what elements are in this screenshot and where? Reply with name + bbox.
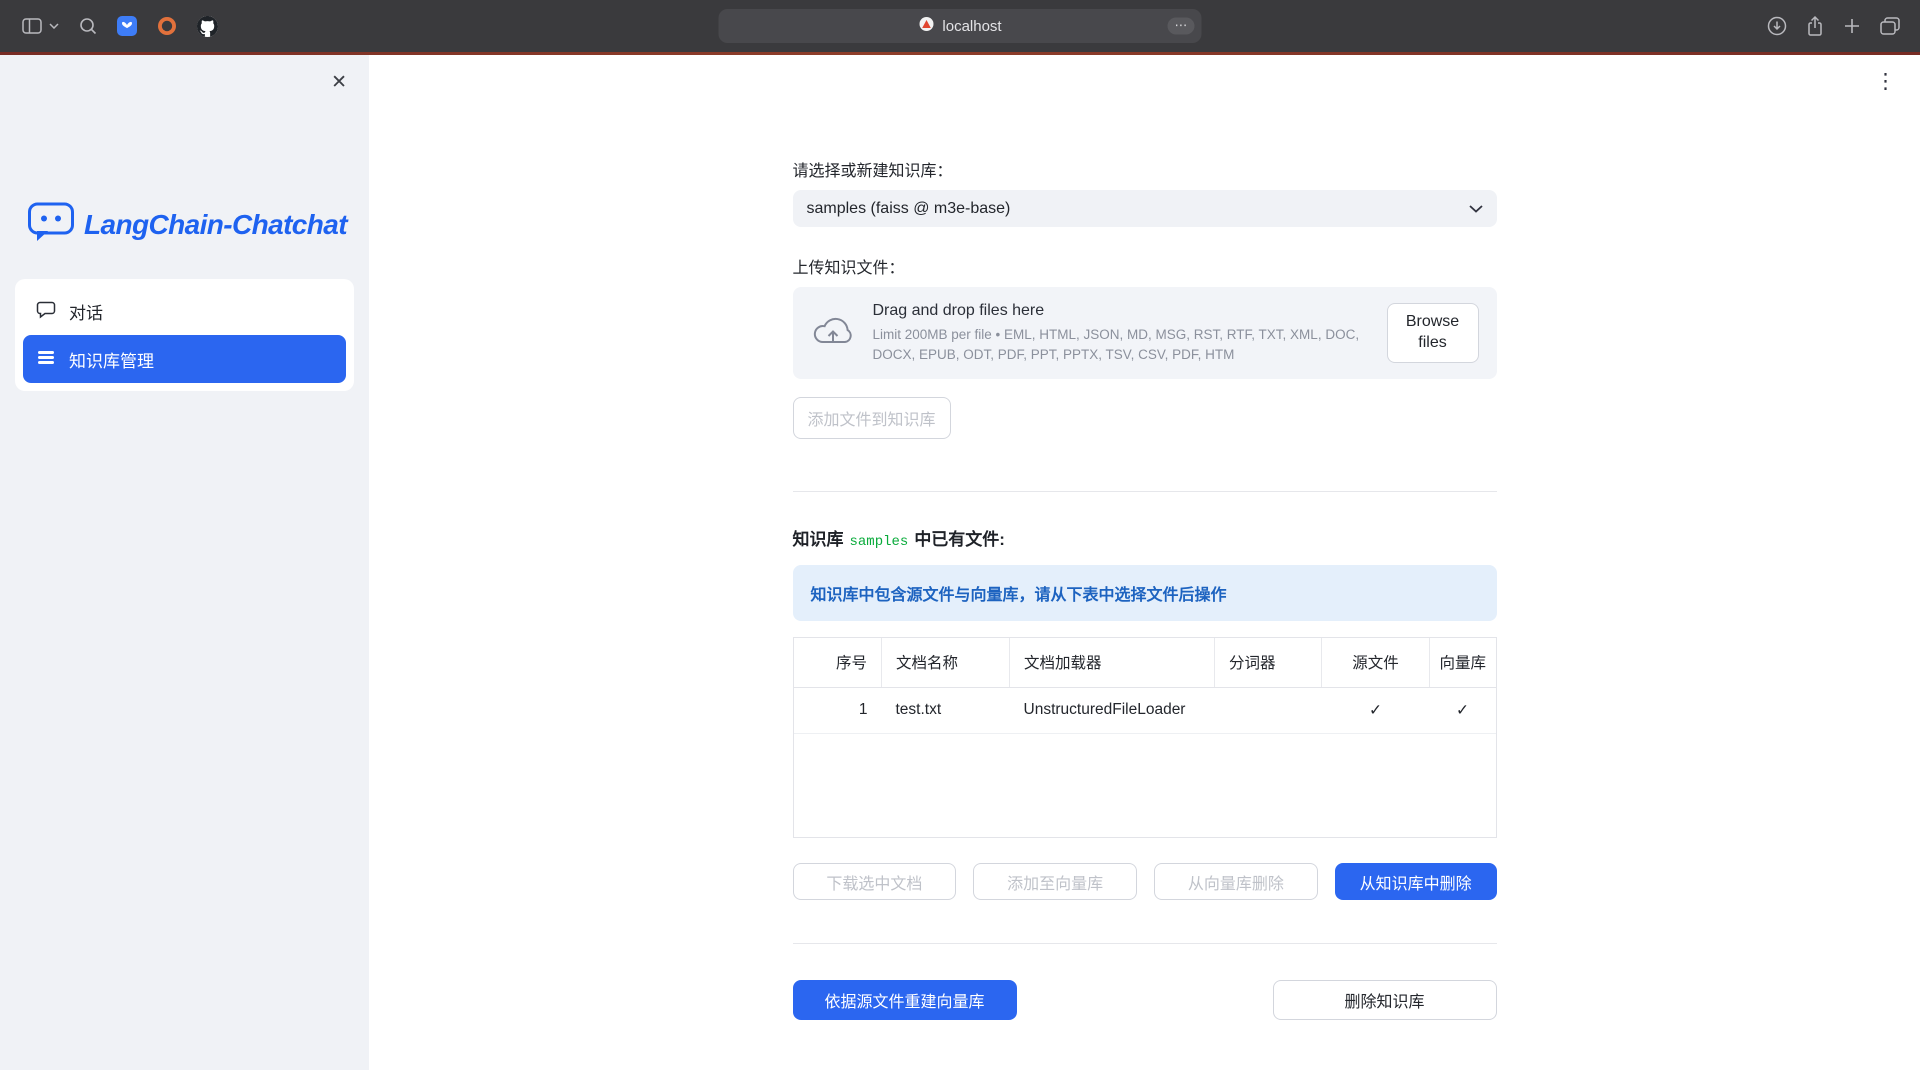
- add-files-button[interactable]: 添加文件到知识库: [793, 397, 951, 439]
- address-bar[interactable]: localhost ⋯: [719, 9, 1202, 43]
- app-menu-icon[interactable]: ⋮: [1875, 69, 1896, 94]
- main-area: ⋮ 请选择或新建知识库： samples (faiss @ m3e-base) …: [369, 55, 1920, 1080]
- sidebar-item-label: 知识库管理: [69, 347, 154, 372]
- file-dropzone[interactable]: Drag and drop files here Limit 200MB per…: [793, 287, 1497, 379]
- file-actions: 下载选中文档 添加至向量库 从向量库删除 从知识库中删除: [793, 863, 1497, 900]
- table-header-row: 序号 文档名称 文档加载器 分词器 源文件 向量库: [794, 638, 1496, 687]
- cloud-upload-icon: [811, 314, 855, 353]
- select-chevron-icon: [1469, 200, 1483, 218]
- kb-select[interactable]: samples (faiss @ m3e-base): [793, 190, 1497, 227]
- rebuild-vector-store-button[interactable]: 依据源文件重建向量库: [793, 980, 1017, 1020]
- dropzone-limit: Limit 200MB per file • EML, HTML, JSON, …: [873, 325, 1369, 364]
- sidebar-close-icon[interactable]: ✕: [331, 73, 347, 92]
- dropzone-texts: Drag and drop files here Limit 200MB per…: [873, 302, 1369, 364]
- logo-text: LangChain-Chatchat: [84, 209, 347, 241]
- cell-vector-check: ✓: [1430, 687, 1496, 733]
- sidebar-toggle-icon[interactable]: [22, 18, 42, 34]
- chevron-down-icon[interactable]: [49, 23, 59, 29]
- sidebar-item-label: 对话: [69, 299, 103, 324]
- logo-chat-bubble-icon: [27, 201, 75, 248]
- col-header-source: 源文件: [1322, 638, 1430, 687]
- col-header-vector: 向量库: [1430, 638, 1496, 687]
- extension-github-icon[interactable]: [197, 16, 218, 37]
- browser-toolbar: localhost ⋯: [0, 0, 1920, 52]
- extension-bluesky-icon[interactable]: [117, 16, 137, 36]
- divider: [793, 491, 1497, 492]
- new-tab-icon[interactable]: [1843, 17, 1861, 35]
- sidebar-item-dialogue[interactable]: 对话: [23, 287, 346, 335]
- dropzone-title: Drag and drop files here: [873, 302, 1369, 320]
- chat-bubble-icon: [36, 299, 56, 324]
- kb-actions: 依据源文件重建向量库 删除知识库: [793, 980, 1497, 1020]
- content-column: 请选择或新建知识库： samples (faiss @ m3e-base) 上传…: [793, 55, 1497, 1020]
- info-banner: 知识库中包含源文件与向量库，请从下表中选择文件后操作: [793, 565, 1497, 621]
- divider: [793, 943, 1497, 944]
- kb-files-heading-prefix: 知识库: [793, 530, 844, 549]
- kb-files-heading-suffix: 中已有文件:: [914, 530, 1005, 549]
- kb-select-value: samples (faiss @ m3e-base): [807, 200, 1011, 218]
- cell-splitter: [1215, 687, 1322, 733]
- sidebar-nav: 对话 知识库管理: [15, 279, 354, 391]
- kb-name-code: samples: [850, 534, 909, 550]
- col-header-splitter: 分词器: [1215, 638, 1322, 687]
- share-icon[interactable]: [1806, 15, 1824, 37]
- tab-overview-icon[interactable]: [1880, 17, 1900, 35]
- extension-lens-icon[interactable]: [157, 16, 177, 36]
- search-icon[interactable]: [79, 17, 97, 35]
- sidebar-bottom-strip: [0, 1070, 369, 1080]
- kb-files-heading: 知识库 samples 中已有文件:: [793, 525, 1497, 550]
- cell-index: 1: [794, 687, 882, 733]
- app-logo: LangChain-Chatchat: [27, 201, 347, 248]
- address-url: localhost: [942, 18, 1001, 35]
- kb-select-label: 请选择或新建知识库：: [793, 157, 1497, 181]
- cell-source-check: ✓: [1322, 687, 1430, 733]
- downloads-icon[interactable]: [1767, 16, 1787, 36]
- upload-label: 上传知识文件：: [793, 254, 1497, 278]
- col-header-index: 序号: [794, 638, 882, 687]
- sidebar: ✕ LangChain-Chatchat 对话: [0, 55, 369, 1080]
- remove-from-vector-button[interactable]: 从向量库删除: [1154, 863, 1318, 900]
- page-options-icon[interactable]: ⋯: [1168, 18, 1195, 35]
- cell-loader: UnstructuredFileLoader: [1010, 687, 1215, 733]
- site-favicon: [918, 16, 934, 36]
- browse-files-button[interactable]: Browse files: [1387, 303, 1479, 363]
- table-row[interactable]: 1 test.txt UnstructuredFileLoader ✓ ✓: [794, 687, 1496, 733]
- cell-doc-name: test.txt: [882, 687, 1010, 733]
- add-to-vector-button[interactable]: 添加至向量库: [973, 863, 1137, 900]
- sidebar-item-knowledge-base[interactable]: 知识库管理: [23, 335, 346, 383]
- col-header-loader: 文档加载器: [1010, 638, 1215, 687]
- delete-kb-button[interactable]: 删除知识库: [1273, 980, 1497, 1020]
- knowledge-base-icon: [36, 347, 56, 372]
- files-table: 序号 文档名称 文档加载器 分词器 源文件 向量库 1 test.txt Uns…: [793, 637, 1497, 838]
- col-header-doc-name: 文档名称: [882, 638, 1010, 687]
- download-selected-button[interactable]: 下载选中文档: [793, 863, 957, 900]
- delete-from-kb-button[interactable]: 从知识库中删除: [1335, 863, 1497, 900]
